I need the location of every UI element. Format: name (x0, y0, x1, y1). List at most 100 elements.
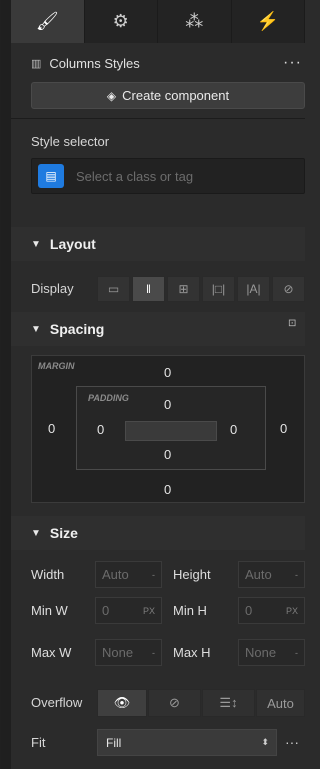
scroll-icon: ☰↕ (219, 695, 238, 710)
display-none-button[interactable]: ⊘ (272, 276, 305, 302)
overflow-auto-button[interactable]: Auto (256, 689, 305, 717)
content-box (125, 421, 217, 441)
width-label: Width (31, 567, 65, 582)
lightning-tab[interactable]: ⚡ (232, 0, 305, 43)
width-input[interactable]: Auto - (95, 561, 162, 588)
eye-icon: 👁 (113, 695, 131, 710)
divider (11, 118, 305, 119)
display-block-button[interactable]: ▭ (97, 276, 130, 302)
padding-box: PADDING 0 0 0 0 (76, 386, 266, 470)
eye-slash-icon: ⊘ (169, 695, 180, 710)
min-width-input[interactable]: 0 PX (95, 597, 162, 624)
fit-label: Fit (31, 735, 46, 750)
max-width-label: Max W (31, 645, 72, 660)
padding-right-value[interactable]: 0 (230, 422, 237, 437)
padding-top-value[interactable]: 0 (164, 397, 171, 412)
width-unit[interactable]: - (152, 570, 155, 580)
display-inline-button[interactable]: |A| (237, 276, 270, 302)
display-block-icon: ▭ (107, 282, 120, 296)
height-unit[interactable]: - (295, 570, 298, 580)
max-height-value: None (245, 645, 277, 660)
style-selector-placeholder: Select a class or tag (76, 168, 194, 184)
display-flex-icon: ‖ (146, 282, 151, 296)
panel-edge (1, 0, 11, 769)
element-title-text: Columns Styles (49, 56, 140, 71)
size-row-1: Width Auto - Height Auto - (11, 561, 305, 591)
fit-select[interactable]: Fill ⬍ (97, 729, 277, 756)
height-input[interactable]: Auto - (238, 561, 305, 588)
size-section-title: Size (49, 525, 78, 541)
margin-top-value[interactable]: 0 (164, 365, 171, 380)
spacing-section-title: Spacing (49, 321, 105, 337)
overflow-auto-label: Auto (267, 695, 294, 711)
height-value: Auto (245, 567, 272, 582)
display-flex-button[interactable]: ‖ (132, 276, 165, 302)
display-options: ▭ ‖ ⊞ |□| |A| ⊘ (97, 276, 305, 302)
gear-icon: ⚙ (112, 11, 129, 31)
display-grid-icon: ⊞ (178, 282, 189, 296)
settings-tab[interactable]: ⚙ (85, 0, 158, 43)
margin-bottom-value[interactable]: 0 (164, 482, 171, 497)
caret-down-icon: ▼ (31, 527, 41, 539)
min-height-input[interactable]: 0 PX (238, 597, 305, 624)
display-label: Display (31, 281, 74, 296)
max-width-input[interactable]: None - (95, 639, 162, 666)
min-height-value: 0 (245, 603, 253, 618)
margin-right-value[interactable]: 0 (280, 421, 287, 436)
selector-tag-icon[interactable]: ▤ (38, 164, 64, 188)
style-panel: 🖌 ⚙ ⁂ ⚡ ▥ Columns Styles ··· ◈ Create co… (0, 0, 305, 769)
fit-value: Fill (106, 735, 122, 750)
element-title: ▥ Columns Styles (31, 56, 140, 71)
create-component-label: Create component (122, 88, 230, 103)
min-height-unit[interactable]: PX (286, 606, 298, 616)
padding-bottom-value[interactable]: 0 (164, 447, 171, 462)
max-width-value: None (102, 645, 134, 660)
panel-tabs: 🖌 ⚙ ⁂ ⚡ (11, 0, 305, 43)
overflow-options: 👁 ⊘ ☰↕ Auto (97, 689, 305, 717)
width-value: Auto (102, 567, 129, 582)
display-inline-block-icon: |□| (211, 282, 226, 296)
component-icon: ◈ (106, 88, 117, 103)
create-component-button[interactable]: ◈ Create component (31, 82, 305, 109)
overflow-scroll-button[interactable]: ☰↕ (202, 689, 255, 717)
size-section-header[interactable]: ▼ Size (11, 516, 305, 550)
height-label: Height (173, 567, 211, 582)
spacing-more-icon[interactable]: ⊡ (288, 318, 302, 332)
overflow-visible-button[interactable]: 👁 (97, 689, 147, 717)
spacing-section-header[interactable]: ▼ Spacing (11, 312, 305, 346)
select-arrows-icon: ⬍ (261, 737, 269, 747)
drops-icon: ⁂ (185, 11, 204, 31)
layout-section-header[interactable]: ▼ Layout (11, 227, 305, 261)
min-height-label: Min H (173, 603, 207, 618)
margin-label: MARGIN (38, 361, 75, 371)
max-height-label: Max H (173, 645, 211, 660)
fit-more-button[interactable]: ··· (285, 734, 299, 750)
box-model-editor: MARGIN 0 0 0 0 PADDING 0 0 0 0 (31, 355, 305, 503)
margin-left-value[interactable]: 0 (48, 421, 55, 436)
more-options-button[interactable]: ··· (283, 54, 302, 72)
overflow-hidden-button[interactable]: ⊘ (148, 689, 201, 717)
min-width-value: 0 (102, 603, 110, 618)
max-height-input[interactable]: None - (238, 639, 305, 666)
overflow-label: Overflow (31, 695, 83, 710)
display-grid-button[interactable]: ⊞ (167, 276, 200, 302)
max-width-unit[interactable]: - (152, 648, 155, 658)
caret-down-icon: ▼ (31, 238, 41, 250)
style-selector-input[interactable]: ▤ Select a class or tag (31, 158, 305, 194)
padding-label: PADDING (88, 393, 129, 403)
style-tab[interactable]: 🖌 (11, 0, 85, 43)
display-inline-block-button[interactable]: |□| (202, 276, 235, 302)
style-selector-label: Style selector (31, 134, 110, 149)
max-height-unit[interactable]: - (295, 648, 298, 658)
min-width-label: Min W (31, 603, 68, 618)
layout-section-title: Layout (49, 236, 96, 252)
display-inline-icon: |A| (246, 282, 261, 296)
padding-left-value[interactable]: 0 (97, 422, 104, 437)
caret-down-icon: ▼ (31, 323, 41, 335)
size-row-3: Max W None - Max H None - (11, 639, 305, 669)
paintbrush-icon: 🖌 (35, 11, 59, 31)
interactions-tab[interactable]: ⁂ (158, 0, 232, 43)
size-row-2: Min W 0 PX Min H 0 PX (11, 597, 305, 627)
columns-icon: ▥ (31, 58, 42, 70)
min-width-unit[interactable]: PX (143, 606, 155, 616)
